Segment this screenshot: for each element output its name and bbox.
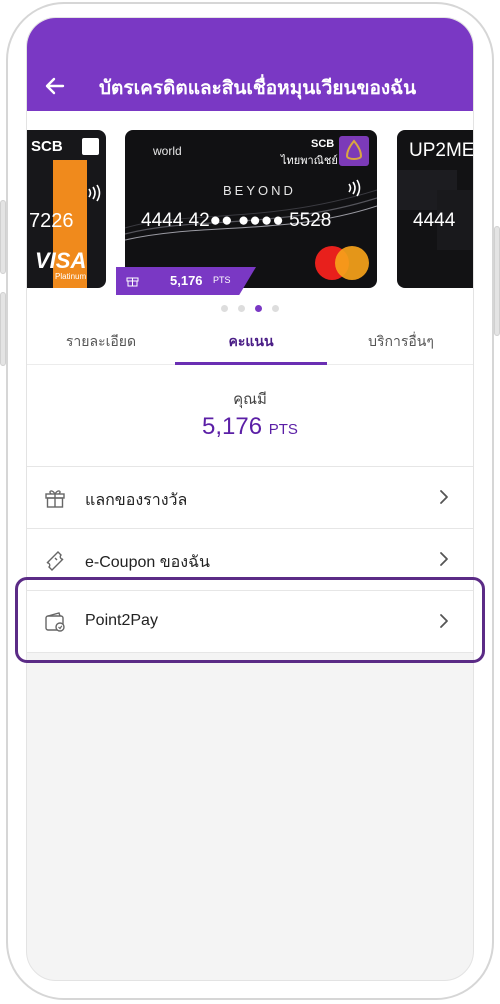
credit-card-scb-visa[interactable]: SCB 7226 VISA Platinum	[27, 130, 106, 288]
page-title: บัตรเครดิตและสินเชื่อหมุนเวียนของฉัน	[99, 78, 417, 99]
points-value-row: 5,176 PTS	[27, 413, 473, 441]
menu-item-point2pay[interactable]: Point2Pay	[27, 590, 473, 652]
scb-logo-icon	[339, 136, 369, 166]
card-tier: world	[153, 144, 182, 158]
header-bar: บัตรเครดิตและสินเชื่อหมุนเวียนของฉัน	[27, 18, 473, 111]
points-unit: PTS	[268, 421, 298, 438]
tab-bar: รายละเอียด คะแนน บริการอื่นๆ	[27, 321, 473, 365]
ticket-icon	[46, 551, 64, 571]
points-summary: คุณมี 5,176 PTS	[27, 365, 473, 466]
chevron-right-icon	[440, 490, 448, 504]
card-bank-name: SCB	[311, 138, 335, 150]
tab-details[interactable]: รายละเอียด	[27, 321, 175, 365]
card-tier: Platinum	[55, 272, 87, 281]
menu-divider	[27, 652, 473, 653]
gift-icon	[126, 277, 139, 287]
tab-points[interactable]: คะแนน	[175, 321, 327, 365]
carousel-pagination	[27, 299, 473, 317]
points-menu: แลกของรางวัล e-Coupon ของฉัน Point2Pay	[27, 466, 473, 653]
pagination-dot[interactable]	[272, 305, 279, 312]
points-badge-unit: PTS	[213, 275, 231, 285]
card-number: 4444 42●● ●●●● 5528	[141, 210, 332, 231]
pagination-dot[interactable]	[221, 305, 228, 312]
points-value: 5,176	[202, 413, 263, 440]
phone-side-button	[0, 200, 6, 274]
app-screen: บัตรเครดิตและสินเชื่อหมุนเวียนของฉัน SCB…	[26, 17, 474, 981]
menu-item-label: e-Coupon ของฉัน	[85, 554, 210, 571]
card-number-head: 4444	[413, 210, 456, 231]
card-number-tail: 7226	[29, 210, 74, 232]
contactless-icon	[88, 184, 101, 202]
pagination-dot-active[interactable]	[255, 305, 262, 312]
pagination-dot[interactable]	[238, 305, 245, 312]
mastercard-logo-icon	[315, 246, 369, 280]
card-network: VISA	[35, 248, 87, 273]
chevron-right-icon	[440, 552, 448, 566]
menu-item-redeem-rewards[interactable]: แลกของรางวัล	[27, 466, 473, 528]
wallet-icon	[45, 612, 65, 632]
card-product-name: BEYOND	[223, 183, 296, 198]
points-label: คุณมี	[233, 391, 267, 408]
gift-icon	[45, 490, 65, 508]
contactless-icon	[348, 179, 361, 197]
menu-item-label: แลกของรางวัล	[85, 492, 188, 509]
chevron-right-icon	[440, 614, 448, 628]
card-brand: UP2ME	[409, 140, 474, 161]
tab-other-services[interactable]: บริการอื่นๆ	[327, 321, 473, 365]
back-arrow-icon[interactable]	[43, 74, 67, 98]
cards-carousel[interactable]: SCB 7226 VISA Platinum world SCB ไทยพาณิ…	[27, 111, 473, 321]
card-points-badge: 5,176 PTS	[116, 267, 256, 295]
phone-side-button	[0, 292, 6, 366]
menu-item-my-ecoupon[interactable]: e-Coupon ของฉัน	[27, 528, 473, 590]
credit-card-up2me[interactable]: UP2ME 4444	[397, 130, 474, 288]
points-badge-value: 5,176	[170, 273, 203, 288]
credit-card-scb-beyond[interactable]: world SCB ไทยพาณิชย์ BEYOND 4444 42●● ●●…	[125, 130, 377, 288]
card-bank-name-th: ไทยพาณิชย์	[281, 155, 338, 167]
scb-logo-icon	[82, 138, 99, 155]
card-brand: SCB	[31, 138, 63, 155]
phone-side-button	[494, 226, 500, 336]
menu-item-label: Point2Pay	[85, 612, 158, 629]
